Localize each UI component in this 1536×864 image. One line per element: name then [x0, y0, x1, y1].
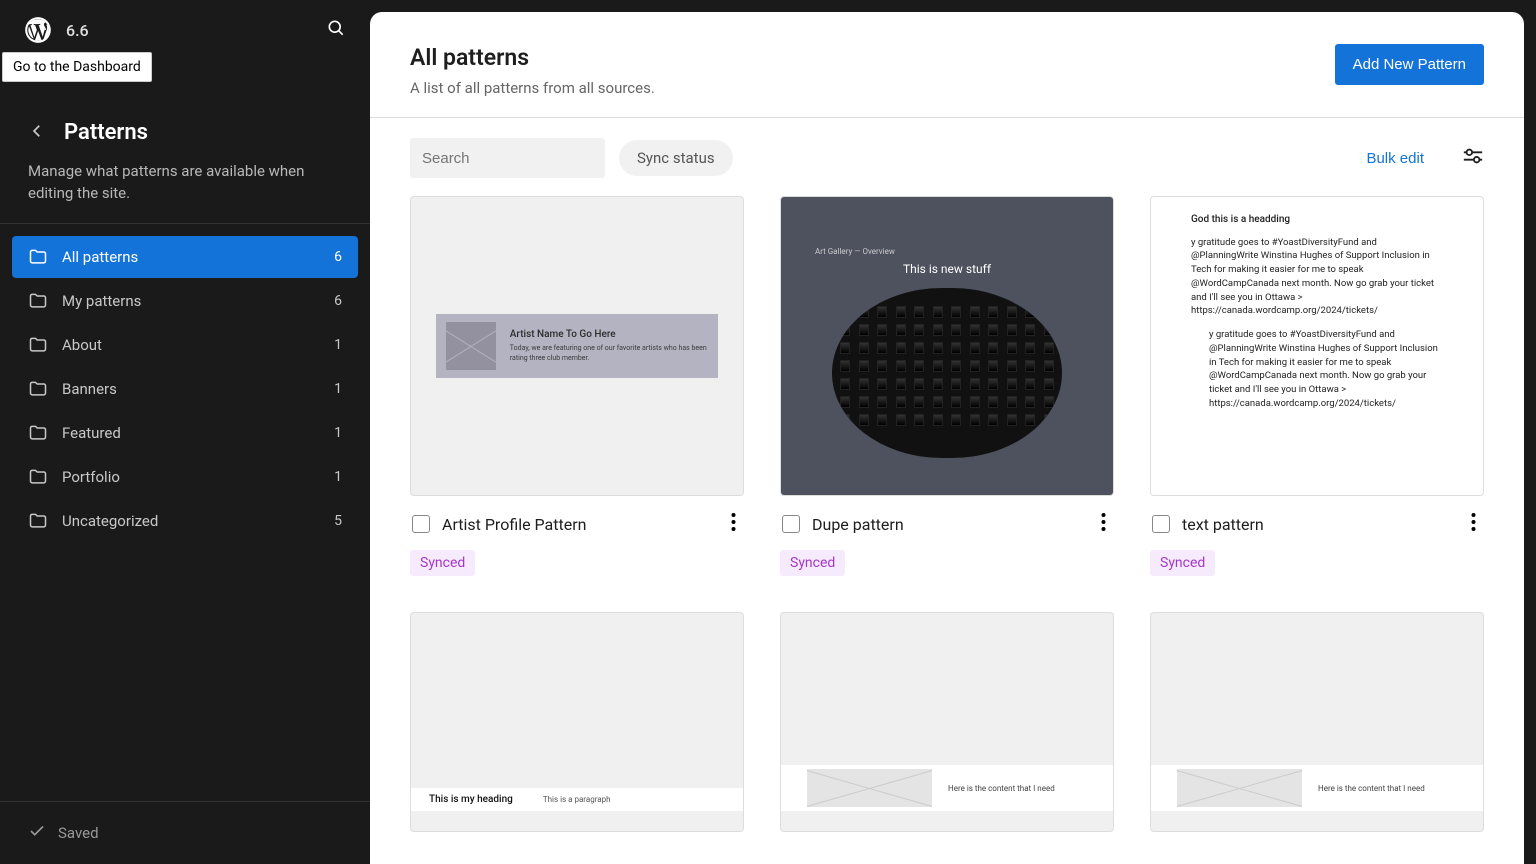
thumb-paragraph: Here is the content that I need	[1318, 784, 1425, 793]
synced-badge: Synced	[1150, 550, 1215, 576]
placeholder-image-icon	[446, 322, 496, 370]
saved-status: Saved	[58, 824, 99, 842]
search-input[interactable]	[422, 150, 621, 167]
thumb-heading: This is new stuff	[903, 262, 991, 276]
building-image-icon	[832, 288, 1062, 458]
folder-icon	[28, 467, 48, 487]
nav-item-label: Portfolio	[62, 468, 120, 486]
synced-badge: Synced	[410, 550, 475, 576]
pattern-title[interactable]: Artist Profile Pattern	[442, 515, 586, 534]
nav-item-count: 6	[334, 249, 342, 265]
pattern-thumbnail[interactable]: Here is the content that I need	[1150, 612, 1484, 832]
nav-item-count: 1	[334, 381, 342, 397]
pattern-thumbnail[interactable]: Artist Name To Go Here Today, we are fea…	[410, 196, 744, 496]
select-checkbox[interactable]	[412, 515, 430, 533]
thumb-paragraph: y gratitude goes to #YoastDiversityFund …	[1191, 236, 1443, 319]
divider	[0, 223, 370, 224]
pattern-thumbnail[interactable]: This is my heading This is a paragraph	[410, 612, 744, 832]
nav-item-label: Banners	[62, 380, 117, 398]
thumb-heading: This is my heading	[429, 794, 513, 805]
nav-item-label: My patterns	[62, 292, 141, 310]
dashboard-tooltip: Go to the Dashboard	[2, 52, 152, 82]
placeholder-image-icon	[1177, 769, 1302, 807]
sidebar-title: Patterns	[64, 120, 148, 145]
pattern-card: Here is the content that I need	[1150, 612, 1484, 832]
pattern-title[interactable]: text pattern	[1182, 515, 1264, 534]
sidebar-footer: Saved	[0, 801, 370, 864]
folder-icon	[28, 291, 48, 311]
patterns-grid: Artist Name To Go Here Today, we are fea…	[410, 196, 1484, 832]
bulk-edit-button[interactable]: Bulk edit	[1366, 150, 1424, 167]
sync-status-filter[interactable]: Sync status	[619, 140, 733, 176]
folder-icon	[28, 379, 48, 399]
folder-icon	[28, 247, 48, 267]
pattern-thumbnail[interactable]: Here is the content that I need	[780, 612, 1114, 832]
thumb-breadcrumb: Art Gallery — Overview	[781, 247, 895, 256]
main-header: All patterns A list of all patterns from…	[370, 12, 1524, 117]
thumb-paragraph: y gratitude goes to #YoastDiversityFund …	[1191, 328, 1443, 411]
version-label: 6.6	[66, 21, 89, 40]
check-icon	[28, 822, 46, 844]
wordpress-logo-icon[interactable]	[24, 16, 52, 44]
nav-item-banners[interactable]: Banners 1	[12, 368, 358, 410]
more-actions-icon[interactable]	[1465, 510, 1482, 538]
sidebar-description: Manage what patterns are available when …	[0, 157, 370, 223]
sidebar: 6.6 Go to the Dashboard Patterns Manage …	[0, 0, 370, 864]
nav-item-about[interactable]: About 1	[12, 324, 358, 366]
pattern-card: Here is the content that I need	[780, 612, 1114, 832]
more-actions-icon[interactable]	[1095, 510, 1112, 538]
nav-item-all-patterns[interactable]: All patterns 6	[12, 236, 358, 278]
search-box[interactable]	[410, 138, 605, 178]
thumb-paragraph: Here is the content that I need	[948, 784, 1055, 793]
select-checkbox[interactable]	[782, 515, 800, 533]
pattern-thumbnail[interactable]: Art Gallery — Overview This is new stuff	[780, 196, 1114, 496]
add-new-pattern-button[interactable]: Add New Pattern	[1335, 44, 1484, 85]
pattern-card: Art Gallery — Overview This is new stuff	[780, 196, 1114, 576]
nav-item-count: 1	[334, 469, 342, 485]
topbar: 6.6 Go to the Dashboard	[0, 0, 370, 60]
toolbar: Sync status Bulk edit	[370, 118, 1524, 196]
pattern-category-nav: All patterns 6 My patterns 6 About 1 Ban…	[0, 236, 370, 542]
back-icon[interactable]	[28, 122, 46, 144]
view-options-icon[interactable]	[1462, 147, 1484, 169]
nav-item-featured[interactable]: Featured 1	[12, 412, 358, 454]
nav-item-label: Uncategorized	[62, 512, 158, 530]
more-actions-icon[interactable]	[725, 510, 742, 538]
thumb-subtitle: Today, we are featuring one of our favor…	[510, 344, 708, 362]
nav-item-label: Featured	[62, 424, 121, 442]
page-title: All patterns	[410, 44, 655, 71]
folder-icon	[28, 511, 48, 531]
nav-item-uncategorized[interactable]: Uncategorized 5	[12, 500, 358, 542]
nav-item-count: 5	[334, 513, 342, 529]
nav-item-portfolio[interactable]: Portfolio 1	[12, 456, 358, 498]
search-icon[interactable]	[326, 18, 346, 42]
pattern-card: Artist Name To Go Here Today, we are fea…	[410, 196, 744, 576]
thumb-paragraph: This is a paragraph	[543, 795, 611, 804]
pattern-card: This is my heading This is a paragraph	[410, 612, 744, 832]
select-checkbox[interactable]	[1152, 515, 1170, 533]
pattern-thumbnail[interactable]: God this is a headding y gratitude goes …	[1150, 196, 1484, 496]
main-panel: All patterns A list of all patterns from…	[370, 12, 1524, 864]
thumb-title: Artist Name To Go Here	[510, 329, 708, 340]
pattern-card: God this is a headding y gratitude goes …	[1150, 196, 1484, 576]
nav-item-count: 1	[334, 337, 342, 353]
patterns-grid-wrapper[interactable]: Artist Name To Go Here Today, we are fea…	[370, 196, 1524, 864]
page-subtitle: A list of all patterns from all sources.	[410, 79, 655, 97]
nav-item-label: About	[62, 336, 102, 354]
folder-icon	[28, 423, 48, 443]
nav-item-count: 1	[334, 425, 342, 441]
nav-item-label: All patterns	[62, 248, 138, 266]
folder-icon	[28, 335, 48, 355]
placeholder-image-icon	[807, 769, 932, 807]
pattern-title[interactable]: Dupe pattern	[812, 515, 904, 534]
nav-item-my-patterns[interactable]: My patterns 6	[12, 280, 358, 322]
nav-item-count: 6	[334, 293, 342, 309]
thumb-heading: God this is a headding	[1191, 213, 1443, 228]
synced-badge: Synced	[780, 550, 845, 576]
